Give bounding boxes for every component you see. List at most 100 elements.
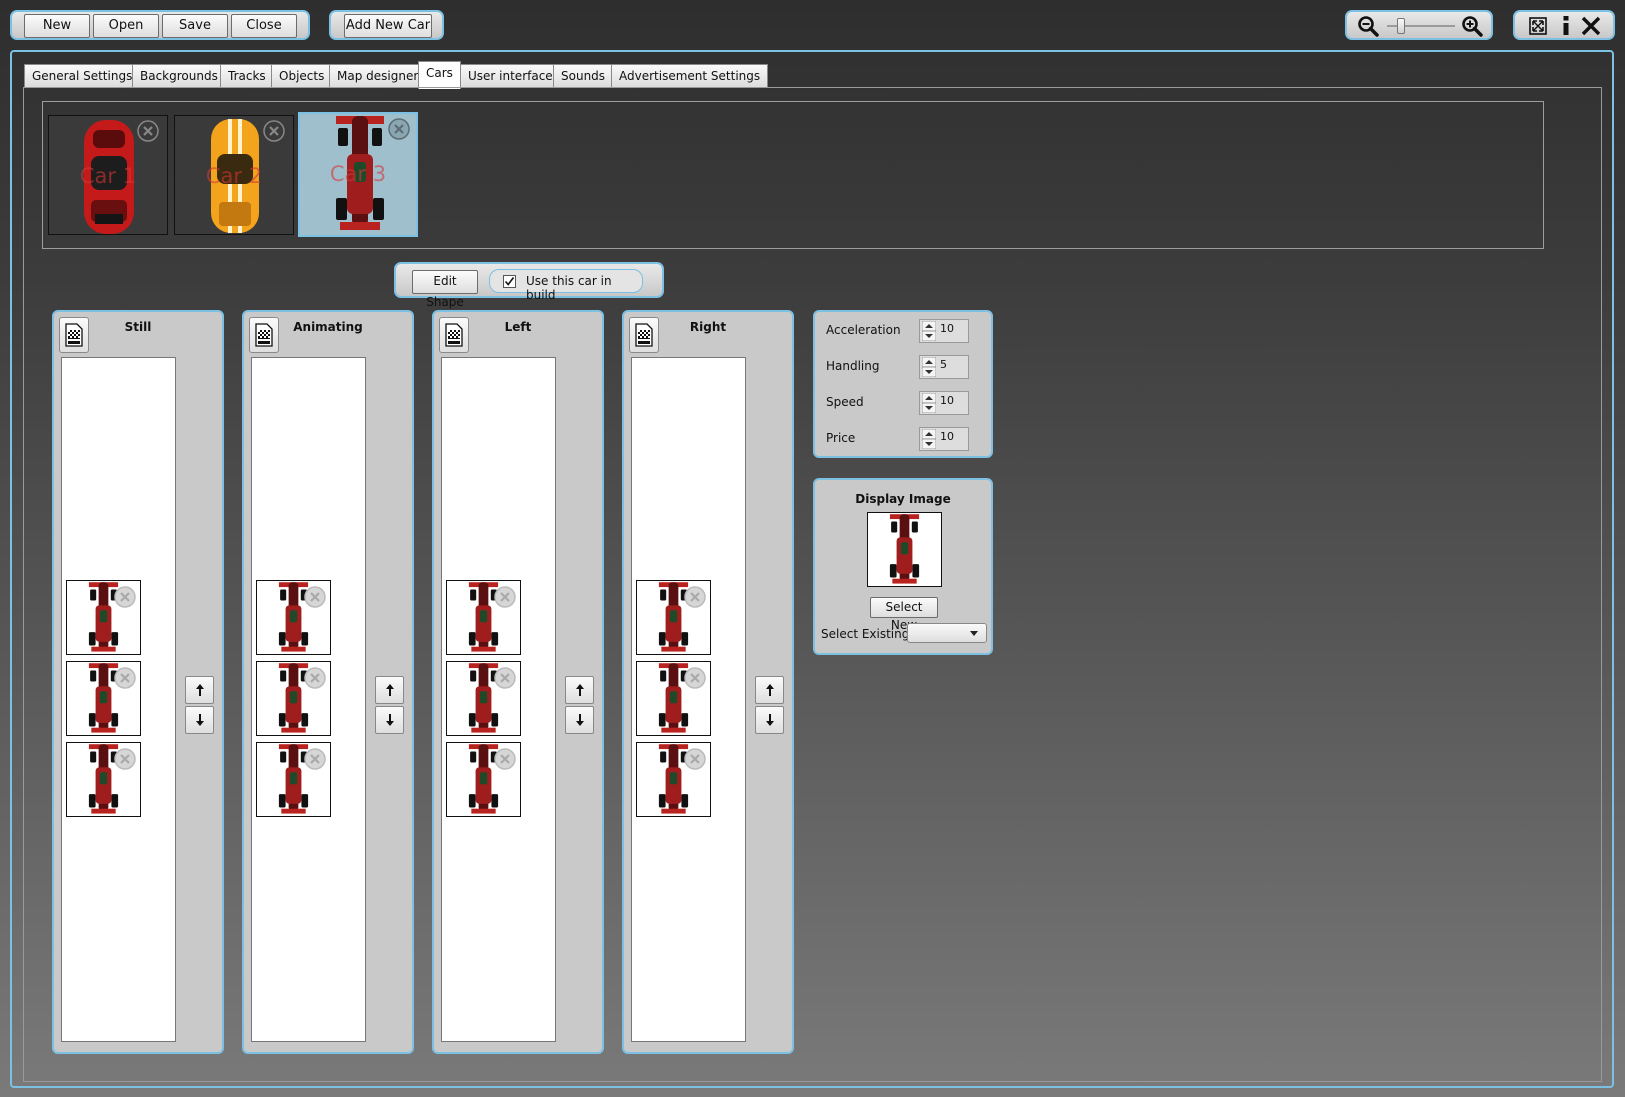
move-down-button[interactable] bbox=[185, 706, 214, 734]
tab-map-designer[interactable]: Map designer bbox=[329, 64, 427, 88]
price-value[interactable]: 10 bbox=[940, 430, 954, 443]
save-button[interactable]: Save bbox=[162, 14, 228, 38]
frames-list[interactable] bbox=[631, 357, 746, 1042]
zoom-slider-thumb[interactable] bbox=[1397, 18, 1406, 34]
acceleration-label: Acceleration bbox=[826, 323, 901, 337]
arrow-down-icon bbox=[385, 714, 394, 726]
zoom-in-icon[interactable] bbox=[1459, 13, 1485, 39]
add-new-car-button[interactable]: Add New Car bbox=[344, 14, 432, 38]
frames-list[interactable] bbox=[441, 357, 556, 1042]
remove-frame-icon[interactable] bbox=[684, 586, 706, 608]
fullscreen-icon[interactable] bbox=[1525, 13, 1551, 39]
info-icon[interactable] bbox=[1553, 13, 1579, 39]
close-button[interactable]: Close bbox=[231, 14, 297, 38]
frames-list[interactable] bbox=[61, 357, 176, 1042]
remove-frame-icon[interactable] bbox=[494, 748, 516, 770]
move-down-button[interactable] bbox=[565, 706, 594, 734]
stepper-arrows-icon[interactable] bbox=[922, 321, 936, 341]
zoom-out-icon[interactable] bbox=[1355, 13, 1381, 39]
remove-car-2-icon[interactable] bbox=[263, 120, 285, 142]
speed-value[interactable]: 10 bbox=[940, 394, 954, 407]
tab-sounds[interactable]: Sounds bbox=[553, 64, 614, 88]
frame-image[interactable] bbox=[66, 580, 141, 655]
remove-car-3-icon[interactable] bbox=[388, 118, 410, 140]
select-new-button[interactable]: Select New bbox=[870, 597, 938, 632]
tab-objects[interactable]: Objects bbox=[271, 64, 333, 88]
use-in-build-toggle[interactable]: Use this car in build bbox=[489, 269, 643, 302]
car-item-3[interactable]: Car 3 bbox=[298, 112, 418, 237]
select-existing-label: Select Existing bbox=[821, 627, 910, 641]
car-options: Edit Shape Use this car in build bbox=[394, 262, 664, 309]
select-existing-dropdown[interactable] bbox=[907, 623, 987, 643]
remove-frame-icon[interactable] bbox=[114, 586, 136, 608]
tab-backgrounds[interactable]: Backgrounds bbox=[132, 64, 226, 88]
move-up-button[interactable] bbox=[375, 676, 404, 704]
frames-panel-still: Still bbox=[52, 310, 224, 1054]
remove-frame-icon[interactable] bbox=[494, 667, 516, 689]
arrow-down-icon bbox=[575, 714, 584, 726]
frame-image[interactable] bbox=[446, 661, 521, 736]
tab-advertisement-settings[interactable]: Advertisement Settings bbox=[611, 64, 769, 88]
remove-frame-icon[interactable] bbox=[494, 586, 516, 608]
add-png-button[interactable] bbox=[59, 317, 89, 353]
handling-stepper[interactable]: 5 bbox=[919, 355, 969, 379]
move-up-button[interactable] bbox=[185, 676, 214, 704]
file-toolbar: New Open Save Close bbox=[10, 10, 310, 40]
frame-image[interactable] bbox=[636, 580, 711, 655]
frame-image[interactable] bbox=[256, 580, 331, 655]
display-image-title: Display Image bbox=[855, 492, 951, 506]
frames-list[interactable] bbox=[251, 357, 366, 1042]
add-png-button[interactable] bbox=[249, 317, 279, 353]
stepper-arrows-icon[interactable] bbox=[922, 393, 936, 413]
speed-label: Speed bbox=[826, 395, 864, 409]
stepper-arrows-icon[interactable] bbox=[922, 429, 936, 449]
move-down-button[interactable] bbox=[375, 706, 404, 734]
png-file-icon bbox=[254, 323, 274, 347]
frame-image[interactable] bbox=[636, 661, 711, 736]
add-png-button[interactable] bbox=[629, 317, 659, 353]
frames-panel-left: Left bbox=[432, 310, 604, 1054]
stepper-arrows-icon[interactable] bbox=[922, 357, 936, 377]
frame-image[interactable] bbox=[256, 661, 331, 736]
move-up-button[interactable] bbox=[755, 676, 784, 704]
remove-frame-icon[interactable] bbox=[684, 748, 706, 770]
tab-general-settings[interactable]: General Settings bbox=[24, 64, 141, 88]
speed-stepper[interactable]: 10 bbox=[919, 391, 969, 415]
new-button[interactable]: New bbox=[24, 14, 90, 38]
move-down-button[interactable] bbox=[755, 706, 784, 734]
move-up-button[interactable] bbox=[565, 676, 594, 704]
price-stepper[interactable]: 10 bbox=[919, 427, 969, 451]
close-icon[interactable] bbox=[1578, 13, 1604, 39]
frame-image[interactable] bbox=[446, 742, 521, 817]
png-file-icon bbox=[64, 323, 84, 347]
add-png-button[interactable] bbox=[439, 317, 469, 353]
remove-car-1-icon[interactable] bbox=[137, 120, 159, 142]
tab-tracks[interactable]: Tracks bbox=[220, 64, 274, 88]
car-item-1[interactable]: Car 1 bbox=[48, 115, 168, 235]
remove-frame-icon[interactable] bbox=[114, 748, 136, 770]
handling-label: Handling bbox=[826, 359, 880, 373]
display-image-preview[interactable] bbox=[867, 512, 942, 587]
acceleration-value[interactable]: 10 bbox=[940, 322, 954, 335]
remove-frame-icon[interactable] bbox=[304, 748, 326, 770]
acceleration-stepper[interactable]: 10 bbox=[919, 319, 969, 343]
png-file-icon bbox=[634, 323, 654, 347]
tab-user-interface[interactable]: User interface bbox=[460, 64, 561, 88]
frame-image[interactable] bbox=[66, 661, 141, 736]
handling-value[interactable]: 5 bbox=[940, 358, 947, 371]
frame-image[interactable] bbox=[256, 742, 331, 817]
edit-shape-button[interactable]: Edit Shape bbox=[412, 270, 478, 309]
open-button[interactable]: Open bbox=[93, 14, 159, 38]
frame-image[interactable] bbox=[636, 742, 711, 817]
frame-image[interactable] bbox=[446, 580, 521, 655]
remove-frame-icon[interactable] bbox=[304, 586, 326, 608]
remove-frame-icon[interactable] bbox=[684, 667, 706, 689]
remove-frame-icon[interactable] bbox=[114, 667, 136, 689]
use-in-build-checkbox[interactable] bbox=[503, 275, 516, 288]
car-item-2[interactable]: Car 2 bbox=[174, 115, 294, 235]
car-toolbar: Add New Car bbox=[329, 10, 444, 40]
tab-cars[interactable]: Cars bbox=[418, 61, 461, 89]
remove-frame-icon[interactable] bbox=[304, 667, 326, 689]
chevron-down-icon bbox=[970, 631, 978, 636]
frame-image[interactable] bbox=[66, 742, 141, 817]
